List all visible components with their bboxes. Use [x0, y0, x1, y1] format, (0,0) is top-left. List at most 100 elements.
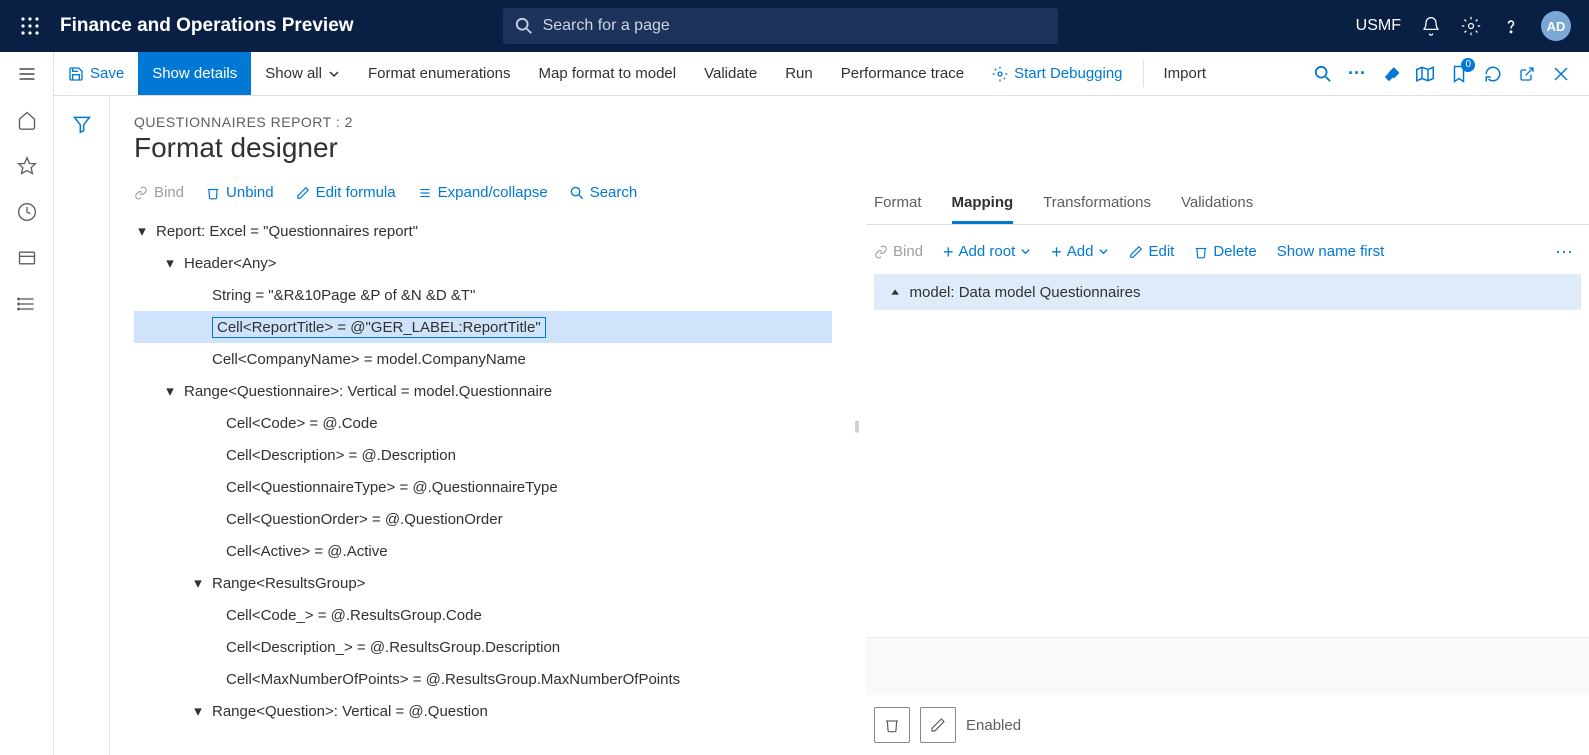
search-icon[interactable] [1313, 64, 1333, 84]
footer-strip [866, 637, 1589, 695]
tree-row[interactable]: Cell<CompanyName> = model.CompanyName [134, 343, 832, 375]
format-tree-panel: QUESTIONNAIRES REPORT : 2 Format designe… [110, 96, 848, 755]
bell-icon[interactable] [1421, 16, 1441, 36]
popout-icon[interactable] [1517, 64, 1537, 84]
format-enum-button[interactable]: Format enumerations [354, 52, 525, 95]
tree-row[interactable]: Cell<Description> = @.Description [134, 439, 832, 471]
tree-node-label: Cell<Code_> = @.ResultsGroup.Code [226, 607, 482, 624]
gear-icon[interactable] [1461, 16, 1481, 36]
footer-delete-button[interactable] [874, 707, 910, 743]
start-debug-button[interactable]: Start Debugging [978, 52, 1136, 95]
tree-search-button[interactable]: Search [570, 184, 638, 201]
add-root-button[interactable]: + Add root [943, 243, 1031, 260]
tree-row[interactable]: Cell<Active> = @.Active [134, 535, 832, 567]
tree-row[interactable]: String = "&R&10Page &P of &N &D &T" [134, 279, 832, 311]
unbind-button[interactable]: Unbind [206, 184, 274, 201]
mapping-toolbar: Bind + Add root + Add Edit [866, 225, 1589, 274]
tree-node-label: Range<ResultsGroup> [212, 575, 365, 592]
link-icon [134, 186, 148, 200]
tab-transformations[interactable]: Transformations [1043, 188, 1151, 224]
tree-node-label: Cell<QuestionnaireType> = @.Questionnair… [226, 479, 558, 496]
show-name-first-button[interactable]: Show name first [1277, 243, 1385, 260]
trash-icon [206, 186, 220, 200]
edit-formula-button[interactable]: Edit formula [296, 184, 396, 201]
home-icon[interactable] [17, 110, 37, 130]
caret-down-icon[interactable]: ▾ [134, 222, 150, 240]
tree-node-label: Cell<ReportTitle> = @"GER_LABEL:ReportTi… [212, 317, 546, 338]
tree-node-label: Header<Any> [184, 255, 277, 272]
tree-row[interactable]: Cell<Code> = @.Code [134, 407, 832, 439]
model-root-label: model: Data model Questionnaires [910, 284, 1141, 301]
chevron-down-icon [1098, 246, 1109, 257]
app-launcher-icon[interactable] [10, 17, 50, 35]
format-tree[interactable]: ▾Report: Excel = "Questionnaires report"… [110, 211, 848, 747]
perf-trace-button[interactable]: Performance trace [827, 52, 978, 95]
tab-format[interactable]: Format [874, 188, 922, 224]
funnel-icon[interactable] [72, 114, 92, 755]
legal-entity[interactable]: USMF [1356, 17, 1401, 35]
splitter-handle[interactable]: ∥ [848, 96, 866, 755]
hamburger-icon[interactable] [17, 64, 37, 84]
edit-button[interactable]: Edit [1129, 243, 1174, 260]
tree-row[interactable]: ▾ Header<Any> [134, 247, 832, 279]
tree-row[interactable]: ▾Report: Excel = "Questionnaires report" [134, 215, 832, 247]
more-ellipsis-icon[interactable]: ··· [1347, 64, 1367, 84]
caret-down-icon[interactable]: ▾ [162, 382, 178, 400]
add-button[interactable]: + Add [1051, 243, 1109, 260]
help-icon[interactable] [1501, 16, 1521, 36]
global-search[interactable] [503, 8, 1058, 44]
validate-button[interactable]: Validate [690, 52, 771, 95]
search-input[interactable] [503, 8, 1058, 44]
clock-icon[interactable] [17, 202, 37, 222]
debug-icon [992, 66, 1008, 82]
user-avatar[interactable]: AD [1541, 11, 1571, 41]
mapping-panel: Format Mapping Transformations Validatio… [866, 96, 1589, 755]
pencil-icon [1129, 245, 1143, 259]
bookmark-badge-icon[interactable]: 0 [1449, 64, 1469, 84]
enabled-label: Enabled [966, 717, 1021, 734]
model-root-row[interactable]: ▸ model: Data model Questionnaires [874, 274, 1581, 310]
show-details-button[interactable]: Show details [138, 52, 251, 95]
import-button[interactable]: Import [1150, 52, 1221, 95]
plus-icon: + [1051, 245, 1062, 259]
tree-row[interactable]: ▾Range<Questionnaire>: Vertical = model.… [134, 375, 832, 407]
caret-down-icon[interactable]: ▾ [162, 254, 178, 272]
tree-row[interactable]: Cell<MaxNumberOfPoints> = @.ResultsGroup… [134, 663, 832, 695]
map-more-button[interactable]: ··· [1555, 241, 1573, 262]
save-button[interactable]: Save [54, 52, 138, 95]
expand-collapse-button[interactable]: Expand/collapse [418, 184, 548, 201]
filter-rail [54, 96, 110, 755]
footer-edit-button[interactable] [920, 707, 956, 743]
tree-node-label: Cell<Active> = @.Active [226, 543, 388, 560]
diamond-icon[interactable] [1381, 64, 1401, 84]
tree-row[interactable]: Cell<QuestionnaireType> = @.Questionnair… [134, 471, 832, 503]
modules-icon[interactable] [17, 294, 37, 314]
close-icon[interactable] [1551, 64, 1571, 84]
show-all-button[interactable]: Show all [251, 52, 354, 95]
left-nav-rail [0, 52, 54, 755]
tree-row[interactable]: Cell<Description_> = @.ResultsGroup.Desc… [134, 631, 832, 663]
tree-row[interactable]: ▾Range<Question>: Vertical = @.Question [134, 695, 832, 727]
tree-row[interactable]: Cell<ReportTitle> = @"GER_LABEL:ReportTi… [134, 311, 832, 343]
pencil-icon [930, 717, 946, 733]
mapping-tabs: Format Mapping Transformations Validatio… [866, 188, 1589, 225]
trash-icon [1194, 245, 1208, 259]
tree-row[interactable]: Cell<QuestionOrder> = @.QuestionOrder [134, 503, 832, 535]
workspace-icon[interactable] [17, 248, 37, 268]
map-icon[interactable] [1415, 64, 1435, 84]
tab-mapping[interactable]: Mapping [952, 188, 1014, 224]
map-model-button[interactable]: Map format to model [525, 52, 691, 95]
tree-row[interactable]: Cell<Code_> = @.ResultsGroup.Code [134, 599, 832, 631]
map-bind-button: Bind [874, 243, 923, 260]
refresh-icon[interactable] [1483, 64, 1503, 84]
delete-button[interactable]: Delete [1194, 243, 1256, 260]
tree-row[interactable]: ▾ Range<ResultsGroup> [134, 567, 832, 599]
tree-node-label: Cell<Description> = @.Description [226, 447, 456, 464]
plus-icon: + [943, 245, 954, 259]
star-icon[interactable] [17, 156, 37, 176]
caret-down-icon[interactable]: ▾ [190, 574, 206, 592]
tab-validations[interactable]: Validations [1181, 188, 1253, 224]
page-title: Format designer [134, 132, 824, 164]
caret-down-icon[interactable]: ▾ [190, 702, 206, 720]
run-button[interactable]: Run [771, 52, 827, 95]
